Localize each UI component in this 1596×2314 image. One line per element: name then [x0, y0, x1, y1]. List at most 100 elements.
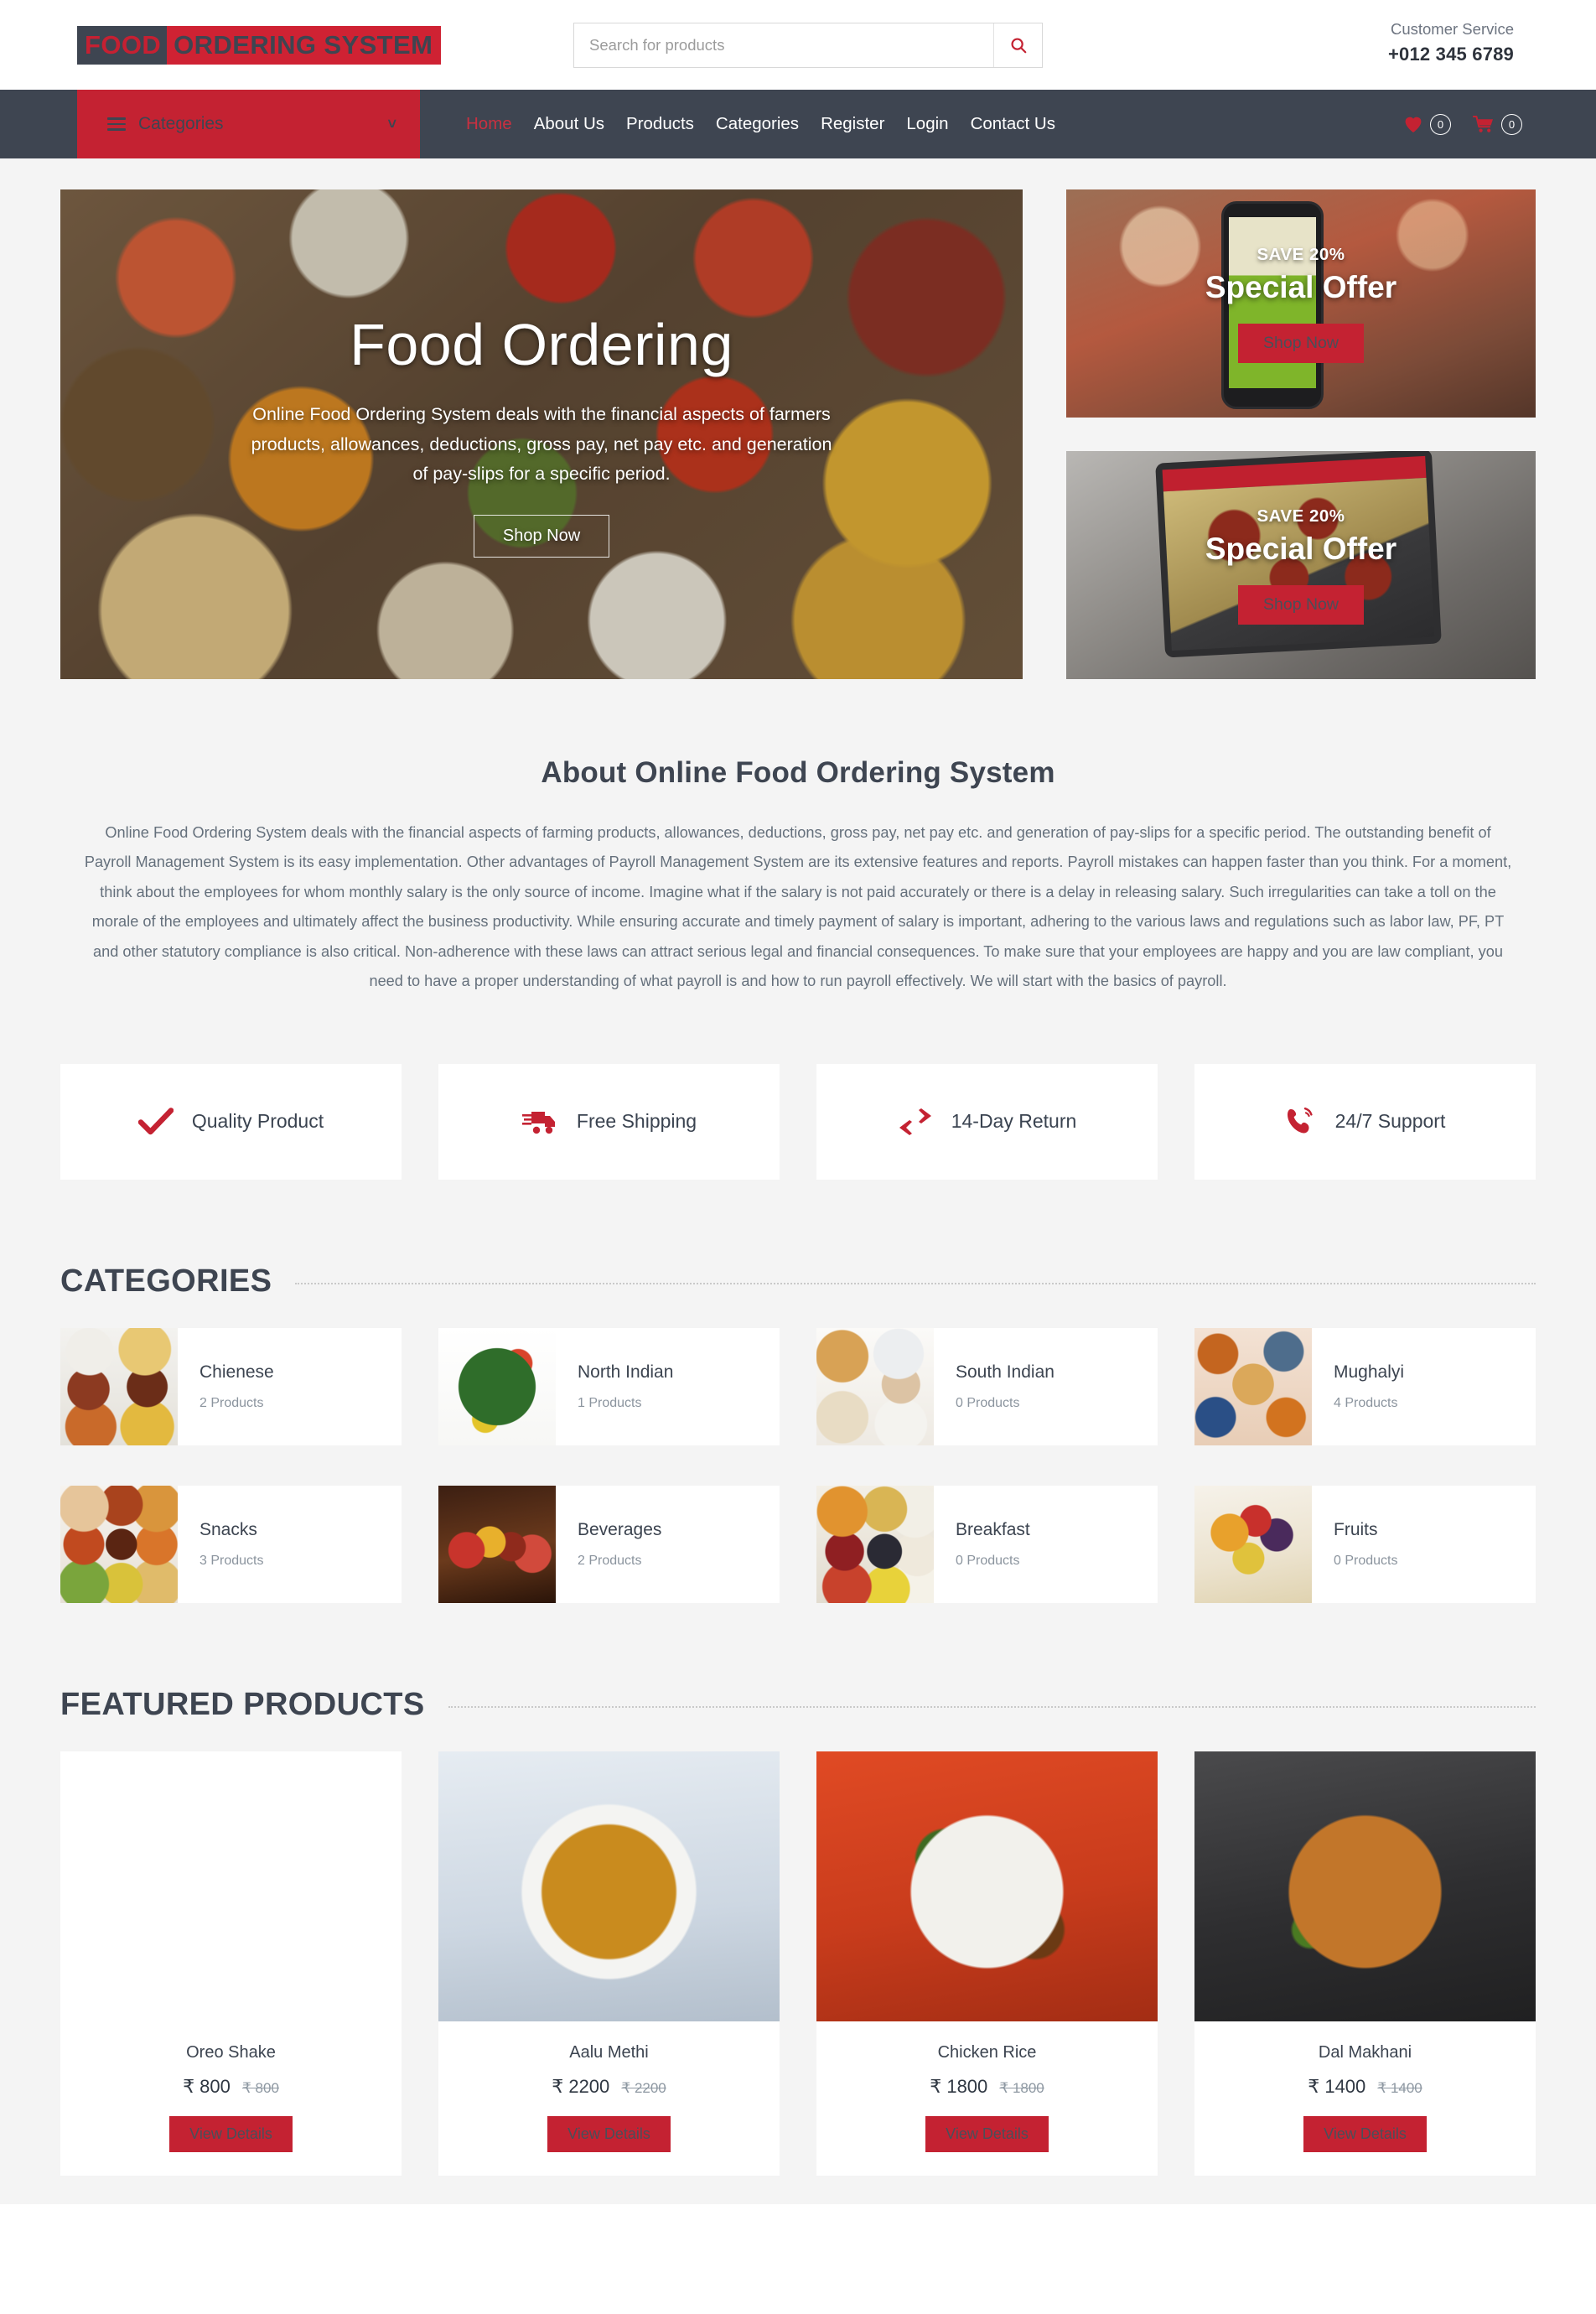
product-price: ₹ 2200 — [552, 2075, 610, 2097]
exchange-arrows-icon — [899, 1108, 931, 1135]
category-thumbnail — [1194, 1485, 1312, 1603]
featured-products-section: FEATURED PRODUCTS Oreo Shake ₹ 800 ₹ 800… — [0, 1603, 1596, 2176]
search-input[interactable] — [574, 23, 993, 67]
category-count: 0 Products — [956, 1553, 1020, 1568]
category-count: 3 Products — [200, 1553, 264, 1568]
promo-card-phone[interactable]: SAVE 20% Special Offer Shop Now — [1066, 189, 1536, 418]
page-bottom-spacer — [0, 2176, 1596, 2204]
category-card[interactable]: Fruits 0 Products — [1194, 1485, 1536, 1603]
category-name: Breakfast — [956, 1519, 1030, 1539]
category-card[interactable]: Mughalyi 4 Products — [1194, 1327, 1536, 1445]
customer-service-label: Customer Service — [1390, 20, 1514, 38]
site-logo[interactable]: FOOD ORDERING SYSTEM — [77, 25, 442, 65]
category-card[interactable]: North Indian 1 Products — [438, 1327, 780, 1445]
nav-item-categories[interactable]: Categories — [705, 90, 810, 158]
product-price: ₹ 800 — [183, 2075, 231, 2097]
category-thumbnail — [1194, 1327, 1312, 1445]
category-name: South Indian — [956, 1362, 1054, 1382]
check-icon — [137, 1108, 174, 1135]
cart-icon — [1473, 115, 1493, 132]
product-price: ₹ 1400 — [1308, 2075, 1366, 2097]
hero-section: Food Ordering Online Food Ordering Syste… — [60, 189, 1536, 679]
category-card[interactable]: South Indian 0 Products — [816, 1327, 1158, 1445]
logo-text-ordering-system: ORDERING SYSTEM — [167, 25, 442, 65]
product-price-row: ₹ 1800 ₹ 1800 — [816, 2076, 1158, 2098]
hero-title: Food Ordering — [350, 312, 733, 378]
nav-icons: 0 0 — [1403, 90, 1522, 158]
customer-service-phone[interactable]: +012 345 6789 — [1388, 41, 1514, 68]
featured-products-heading: FEATURED PRODUCTS — [60, 1686, 425, 1722]
product-old-price: ₹ 1800 — [999, 2079, 1044, 2096]
nav-item-about-us[interactable]: About Us — [523, 90, 615, 158]
product-price: ₹ 1800 — [930, 2075, 988, 2097]
nav-item-home[interactable]: Home — [455, 90, 523, 158]
view-details-button[interactable]: View Details — [169, 2115, 293, 2152]
category-count: 0 Products — [1334, 1553, 1398, 1568]
product-name: Oreo Shake — [186, 2042, 276, 2062]
customer-service-block: Customer Service +012 345 6789 — [1388, 18, 1514, 68]
nav-item-register[interactable]: Register — [810, 90, 895, 158]
categories-heading: CATEGORIES — [60, 1263, 272, 1299]
promo-title: Special Offer — [1205, 269, 1397, 304]
page-body: Food Ordering Online Food Ordering Syste… — [0, 158, 1596, 2204]
category-name: Chienese — [200, 1362, 274, 1382]
promo-save-label: SAVE 20% — [1257, 244, 1345, 264]
view-details-button[interactable]: View Details — [547, 2115, 671, 2152]
category-card[interactable]: Chienese 2 Products — [60, 1327, 402, 1445]
search-bar[interactable] — [573, 23, 1043, 68]
product-card[interactable]: Oreo Shake ₹ 800 ₹ 800 View Details — [60, 1751, 402, 2176]
wishlist-count-badge: 0 — [1430, 113, 1451, 135]
product-price-row: ₹ 2200 ₹ 2200 — [438, 2076, 780, 2098]
category-card[interactable]: Beverages 2 Products — [438, 1485, 780, 1603]
main-navbar: Categories ˅ Home About Us Products Cate… — [0, 90, 1596, 158]
categories-grid: Chienese 2 Products North Indian 1 Produ… — [60, 1327, 1536, 1603]
product-card[interactable]: Chicken Rice ₹ 1800 ₹ 1800 View Details — [816, 1751, 1158, 2176]
product-card[interactable]: Aalu Methi ₹ 2200 ₹ 2200 View Details — [438, 1751, 780, 2176]
chevron-down-icon: ˅ — [387, 115, 396, 132]
cart-count-badge: 0 — [1501, 113, 1522, 135]
category-thumbnail — [438, 1485, 556, 1603]
category-count: 1 Products — [578, 1395, 642, 1410]
feature-label: 24/7 Support — [1334, 1110, 1446, 1133]
feature-label: 14-Day Return — [951, 1110, 1077, 1133]
category-count: 2 Products — [200, 1395, 264, 1410]
heading-divider — [295, 1283, 1536, 1285]
product-image — [438, 1751, 780, 2021]
category-count: 4 Products — [1334, 1395, 1398, 1410]
hero-shop-now-button[interactable]: Shop Now — [473, 514, 610, 558]
phone-ringing-icon — [1287, 1107, 1313, 1134]
product-name: Chicken Rice — [937, 2042, 1037, 2062]
promo-shop-now-button[interactable]: Shop Now — [1238, 584, 1364, 625]
category-card[interactable]: Snacks 3 Products — [60, 1485, 402, 1603]
featured-products-section-header: FEATURED PRODUCTS — [60, 1687, 1536, 1723]
search-icon — [1010, 38, 1026, 54]
view-details-button[interactable]: View Details — [925, 2115, 1049, 2152]
feature-label: Free Shipping — [576, 1110, 697, 1133]
category-thumbnail — [438, 1327, 556, 1445]
category-card[interactable]: Breakfast 0 Products — [816, 1485, 1158, 1603]
hamburger-icon — [107, 117, 126, 131]
promo-shop-now-button[interactable]: Shop Now — [1238, 323, 1364, 363]
search-button[interactable] — [993, 23, 1042, 67]
product-card[interactable]: Dal Makhani ₹ 1400 ₹ 1400 View Details — [1194, 1751, 1536, 2176]
wishlist-button[interactable]: 0 — [1403, 113, 1451, 135]
truck-icon — [521, 1111, 555, 1134]
category-name: Snacks — [200, 1519, 257, 1539]
cart-button[interactable]: 0 — [1473, 113, 1522, 135]
categories-dropdown-button[interactable]: Categories ˅ — [77, 90, 420, 158]
category-count: 2 Products — [578, 1553, 642, 1568]
product-price-row: ₹ 800 ₹ 800 — [60, 2076, 402, 2098]
promo-card-tablet[interactable]: SAVE 20% Special Offer Shop Now — [1066, 451, 1536, 679]
product-old-price: ₹ 1400 — [1377, 2079, 1422, 2096]
feature-24-7-support: 24/7 Support — [1194, 1063, 1536, 1180]
nav-item-login[interactable]: Login — [895, 90, 959, 158]
product-old-price: ₹ 2200 — [621, 2079, 666, 2096]
category-name: North Indian — [578, 1362, 674, 1382]
view-details-button[interactable]: View Details — [1303, 2115, 1427, 2152]
product-image — [1194, 1751, 1536, 2021]
about-section: About Online Food Ordering System Online… — [48, 679, 1548, 997]
hero-description: Online Food Ordering System deals with t… — [251, 404, 832, 485]
category-thumbnail — [60, 1327, 178, 1445]
nav-item-products[interactable]: Products — [615, 90, 705, 158]
nav-item-contact-us[interactable]: Contact Us — [960, 90, 1066, 158]
